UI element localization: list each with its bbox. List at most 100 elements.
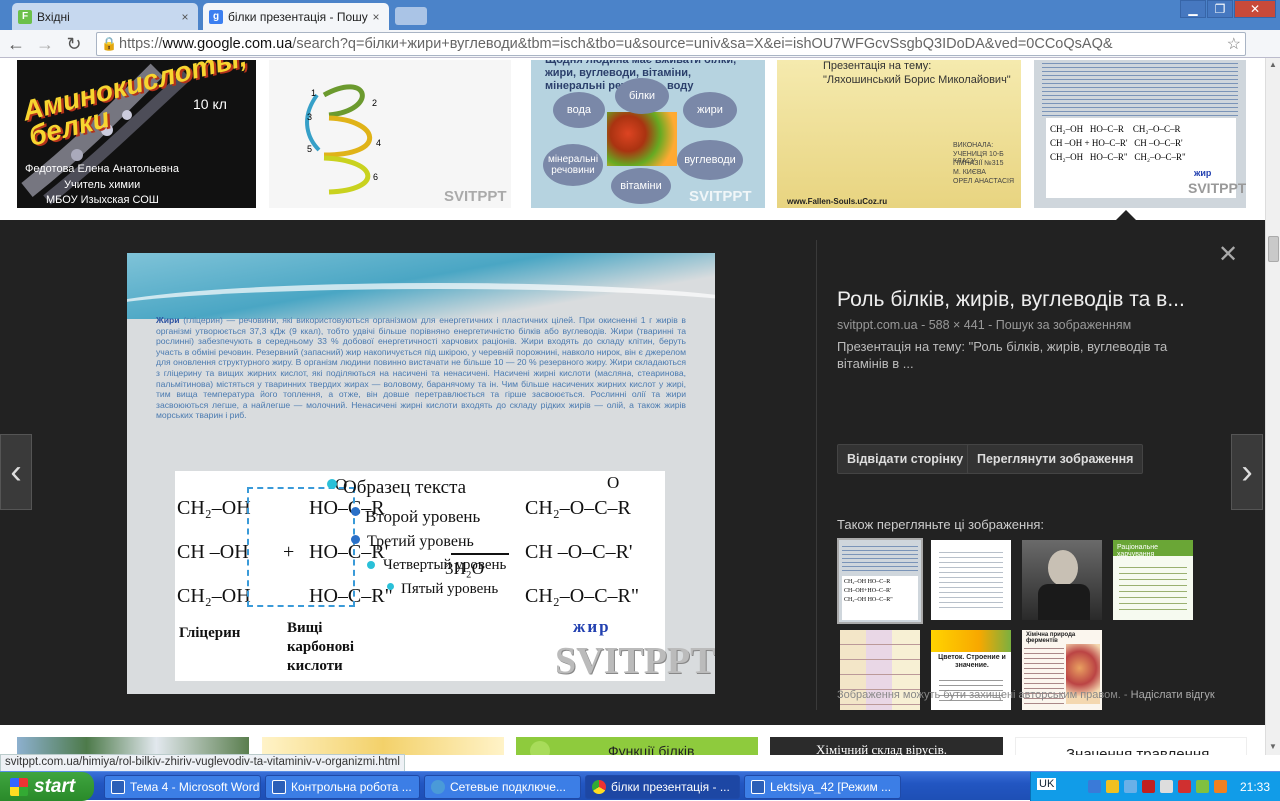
page-scrollbar[interactable]: ▲ ▼ — [1265, 58, 1280, 755]
tray-network-icon[interactable] — [1123, 780, 1137, 793]
related-thumb-nutrition[interactable]: Раціональне харчування — [1113, 540, 1193, 620]
taskbar-item-word[interactable]: Тема 4 - Microsoft Word — [104, 775, 261, 799]
oxygen-label: O — [607, 473, 620, 492]
watermark: SVITPPT — [689, 188, 752, 205]
thumb-line: ВИКОНАЛА: — [953, 142, 994, 149]
word-icon — [272, 780, 286, 794]
placeholder-level-4: Четвертый уровень — [383, 557, 507, 573]
panel-divider — [816, 240, 817, 710]
visit-page-button[interactable]: Відвідати сторінку — [837, 444, 974, 474]
reaction-arrow — [451, 553, 509, 555]
thumb-formula: CH₂–OH HO–C–R CH–OH+HO–C–R' CH₂–OH HO–C–R" — [842, 576, 918, 620]
start-label: start — [34, 775, 76, 797]
url-path: /search?q=білки+жири+вуглеводи&tbm=isch&… — [292, 36, 1113, 52]
start-button[interactable]: start — [0, 772, 94, 801]
result-description: Презентація на тему: "Роль білків, жирів… — [837, 339, 1168, 371]
result-thumb-protein-functions[interactable]: Функції білків — [516, 737, 758, 755]
node-water: вода — [553, 92, 605, 128]
step-number: 5 — [307, 144, 313, 154]
taskbar-item-chrome[interactable]: білки презентація - ... — [585, 775, 740, 799]
window-close-button[interactable]: ✕ — [1234, 0, 1276, 18]
thumb-lines — [1119, 562, 1187, 614]
scrollbar-thumb[interactable] — [1268, 236, 1279, 262]
taskbar-item-control-work[interactable]: Контрольна робота ... — [265, 775, 420, 799]
word-icon — [111, 780, 125, 794]
node-minerals: мінеральні речовини — [543, 144, 603, 186]
tab-inbox[interactable]: F Вхідні × — [12, 3, 198, 30]
back-arrow-icon[interactable]: ← — [4, 32, 28, 56]
result-thumb-nutrients[interactable]: Щодня людина має вживати білки, жири, ву… — [531, 60, 765, 208]
tab-strip: F Вхідні × g білки презентація - Пошу × … — [0, 0, 1280, 30]
tray-volume-icon[interactable] — [1159, 780, 1173, 793]
feedly-icon: F — [18, 9, 32, 24]
glycerin-row-1: CH₂–OH — [177, 497, 251, 519]
scroll-down-arrow-icon[interactable]: ▼ — [1269, 742, 1277, 751]
result-source[interactable]: svitppt.com.ua — [837, 318, 918, 332]
ester-row-3: CH₂–O–C–R" — [525, 585, 640, 607]
windows-logo-icon — [10, 777, 28, 796]
language-indicator[interactable]: UK — [1037, 778, 1057, 790]
tab-close-icon[interactable]: × — [178, 10, 192, 24]
node-proteins: білки — [615, 78, 669, 114]
close-panel-icon[interactable]: ✕ — [1218, 240, 1238, 269]
tray-antivirus-icon[interactable] — [1141, 780, 1155, 793]
preview-image[interactable]: Жири (гліцерин) — речовини, які використ… — [127, 253, 715, 694]
result-title[interactable]: Роль білків, жирів, вуглеводів та в... — [837, 288, 1237, 312]
related-thumb-document[interactable] — [931, 540, 1011, 620]
new-tab-button[interactable] — [395, 7, 427, 25]
result-thumb-presentation[interactable]: Презентація на тему: "Ляхошинський Борис… — [777, 60, 1021, 208]
tray-security-icon[interactable] — [1177, 780, 1191, 793]
fat-label: жир — [573, 617, 611, 636]
forward-arrow-icon[interactable]: → — [33, 32, 57, 56]
reload-icon[interactable]: ↻ — [62, 32, 86, 56]
scroll-up-arrow-icon[interactable]: ▲ — [1269, 60, 1277, 69]
result-thumb-forest[interactable] — [17, 737, 249, 755]
result-title: Хімічний склад вірусів. — [816, 742, 948, 755]
document-lines — [939, 548, 1003, 612]
google-icon: g — [209, 9, 223, 24]
search-by-image-link[interactable]: Пошук за зображенням — [996, 318, 1131, 332]
prev-image-button[interactable]: ‹ — [0, 434, 32, 510]
related-title: Раціональне харчування — [1117, 544, 1159, 558]
taskbar-item-network[interactable]: Сетевые подключе... — [424, 775, 581, 799]
chrome-icon — [592, 780, 606, 794]
step-number: 4 — [376, 138, 382, 148]
tray-help-icon[interactable] — [1087, 780, 1101, 793]
tab-title: білки презентація - Пошу — [228, 9, 368, 24]
result-thumb-viruses[interactable]: Хімічний склад вірусів. — [770, 737, 1003, 755]
browser-toolbar: ← → ↻ 🔒 https://www.google.com.ua/search… — [0, 30, 1280, 80]
watermark: SVITPPT — [444, 188, 507, 205]
step-number: 2 — [372, 98, 378, 108]
result-thumb-digestion[interactable]: Значення травлення — [1015, 737, 1247, 755]
selected-caret — [1116, 210, 1136, 220]
portrait-face — [1048, 550, 1078, 586]
page-content: Аминокислоты, белки 10 кл Федотова Елена… — [0, 58, 1265, 755]
view-image-button[interactable]: Переглянути зображення — [967, 444, 1144, 474]
result-thumb-yellow[interactable] — [262, 737, 504, 755]
tray-sync-icon[interactable] — [1195, 780, 1209, 793]
related-thumb-portrait[interactable] — [1022, 540, 1102, 620]
result-title: Значення травлення — [1066, 746, 1210, 755]
address-bar[interactable]: 🔒 https://www.google.com.ua/search?q=біл… — [96, 32, 1246, 56]
result-thumb-cycle[interactable]: 1 2 3 4 5 6 SVITPPT — [269, 60, 511, 208]
send-feedback-link[interactable]: Надіслати відгук — [1131, 689, 1215, 701]
step-number: 3 — [307, 112, 313, 122]
related-thumb-formula[interactable]: CH₂–OH HO–C–R CH–OH+HO–C–R' CH₂–OH HO–C–R" — [837, 538, 923, 624]
next-thumbnail-row: Функції білків Хімічний склад вірусів. З… — [0, 725, 1265, 755]
cycle-diagram-image — [305, 84, 373, 195]
result-thumb-fats-selected[interactable]: CH₂–OH HO–C–R CH₂–O–C–R CH –OH + HO–C–R' … — [1034, 60, 1246, 208]
restore-button[interactable]: ❐ — [1207, 0, 1233, 18]
tray-app-icon[interactable] — [1213, 780, 1227, 793]
placeholder-level-3: Третий уровень — [367, 533, 474, 550]
placeholder-level-1: Образец текста — [343, 477, 467, 498]
bookmark-star-icon[interactable]: ☆ — [1227, 34, 1241, 54]
minimize-button[interactable]: ▁ — [1180, 0, 1206, 18]
node-vitamins: вітаміни — [611, 168, 671, 204]
tab-close-icon[interactable]: × — [369, 10, 383, 24]
slide-lead-word: Жири — [156, 315, 180, 325]
taskbar-item-lektsiya[interactable]: Lektsiya_42 [Режим ... — [744, 775, 901, 799]
tray-warning-icon[interactable] — [1105, 780, 1119, 793]
result-thumb-amino[interactable]: Аминокислоты, белки 10 кл Федотова Елена… — [17, 60, 256, 208]
tab-image-search[interactable]: g білки презентація - Пошу × — [203, 3, 389, 30]
watermark: SVITPPT — [555, 640, 715, 682]
